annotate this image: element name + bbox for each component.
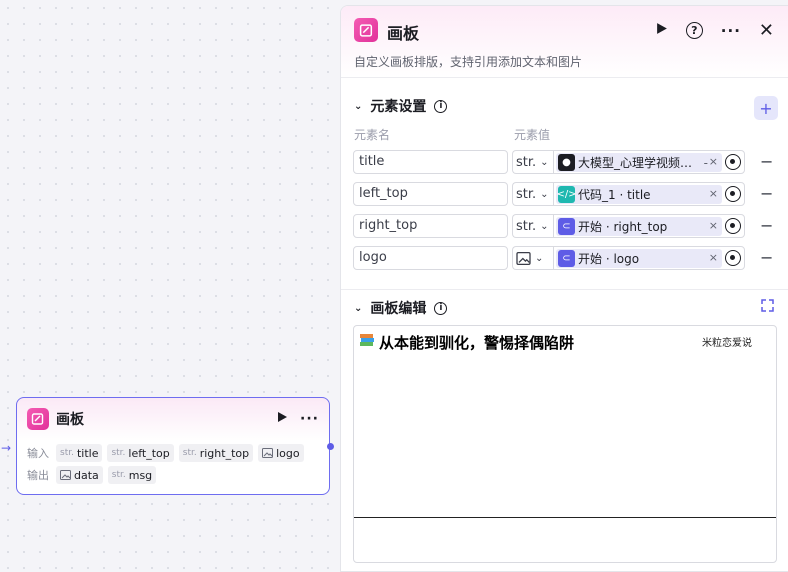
output-label: 输出 (27, 469, 49, 482)
reference-chip[interactable]: </> 代码_1 · title × (556, 185, 722, 204)
add-element-button[interactable]: + (754, 96, 778, 120)
chevron-down-icon[interactable]: ⌄ (354, 303, 362, 314)
canvas-node-icon (27, 408, 49, 430)
panel-description: 自定义画板排版，支持引用添加文本和图片 (354, 55, 583, 69)
canvas-section-title: 画板编辑 (370, 301, 427, 317)
variable-picker-icon[interactable] (725, 218, 741, 234)
run-icon[interactable] (277, 411, 288, 427)
element-name-input[interactable]: title (353, 150, 508, 174)
code-icon: </> (556, 186, 577, 203)
canvas-title-element[interactable]: 从本能到驯化，警惕择偶陷阱 (358, 331, 574, 353)
remove-row-button[interactable]: − (760, 182, 773, 206)
image-icon (262, 448, 274, 458)
canvas-divider-line (354, 517, 776, 518)
input-tag-title: str. title (56, 444, 103, 462)
node-output-port[interactable] (327, 443, 334, 450)
reference-chip[interactable]: ⊂ 开始 · right_top × (556, 217, 722, 236)
chevron-down-icon: ⌄ (540, 156, 549, 168)
node-header: 画板 ··· (27, 408, 319, 430)
remove-row-button[interactable]: − (760, 214, 773, 238)
start-icon: ⊂ (558, 218, 575, 235)
type-select[interactable]: str. ⌄ (512, 214, 554, 238)
node-actions: ··· (277, 411, 319, 427)
input-tag-logo: logo (258, 444, 304, 462)
more-icon[interactable]: ··· (300, 411, 319, 427)
canvas-settings-panel: 画板 自定义画板排版，支持引用添加文本和图片 ? ··· ✕ ⌄ 元素设置 i … (340, 5, 788, 572)
remove-ref-icon[interactable]: × (709, 187, 718, 200)
element-value-field[interactable]: ⊂ 开始 · right_top × (553, 214, 745, 238)
element-value-field[interactable]: ● 大模型_心理学视频… - × (553, 150, 745, 174)
info-icon[interactable]: i (434, 301, 448, 315)
col-element-name: 元素名 (354, 128, 391, 142)
output-tag-data: data (56, 466, 103, 484)
type-select[interactable]: str. ⌄ (512, 150, 554, 174)
chevron-down-icon: ⌄ (540, 220, 549, 232)
node-title: 画板 (56, 412, 84, 428)
element-value-field[interactable]: </> 代码_1 · title × (553, 182, 745, 206)
remove-ref-icon[interactable]: × (709, 219, 718, 232)
canvas-editor[interactable]: 从本能到驯化，警惕择偶陷阱 米粒恋爱说 (353, 325, 777, 563)
elements-section-header[interactable]: ⌄ 元素设置 i (354, 96, 448, 116)
canvas-section-header[interactable]: ⌄ 画板编辑 i (354, 298, 448, 318)
type-select[interactable]: str. ⌄ (512, 182, 554, 206)
panel-actions: ? ··· ✕ (656, 20, 774, 41)
more-icon[interactable]: ··· (721, 22, 741, 40)
input-label: 输入 (27, 447, 49, 460)
chevron-down-icon: ⌄ (535, 252, 544, 264)
chevron-down-icon[interactable]: ⌄ (354, 101, 362, 112)
info-icon[interactable]: i (434, 99, 448, 113)
panel-title: 画板 (387, 24, 420, 43)
expand-icon[interactable] (761, 299, 774, 316)
input-tag-right-top: str. right_top (178, 444, 254, 462)
panel-header: 画板 自定义画板排版，支持引用添加文本和图片 ? ··· ✕ (341, 6, 788, 78)
canvas-node-icon (354, 18, 378, 42)
variable-picker-icon[interactable] (725, 250, 741, 266)
element-name-input[interactable]: left_top (353, 182, 508, 206)
node-outputs-row: 输出 data str. msg (27, 466, 157, 484)
node-inputs-row: 输入 str. title str. left_top str. right_top … (27, 444, 304, 462)
element-value-field[interactable]: ⊂ 开始 · logo × (553, 246, 745, 270)
variable-picker-icon[interactable] (725, 186, 741, 202)
canvas-node-card[interactable]: 画板 ··· 输入 str. title str. left_top str. rig… (16, 397, 330, 495)
remove-row-button[interactable]: − (760, 150, 773, 174)
reference-chip[interactable]: ⊂ 开始 · logo × (556, 249, 722, 268)
col-element-value: 元素值 (514, 128, 551, 142)
type-select[interactable]: ⌄ (512, 246, 554, 270)
close-icon[interactable]: ✕ (759, 20, 774, 41)
element-name-input[interactable]: right_top (353, 214, 508, 238)
run-icon[interactable] (656, 22, 668, 39)
node-input-port[interactable]: → (1, 442, 11, 454)
canvas-logo-element[interactable]: 米粒恋爱说 (702, 334, 752, 349)
variable-picker-icon[interactable] (725, 154, 741, 170)
model-icon: ● (558, 154, 575, 171)
input-tag-left-top: str. left_top (107, 444, 174, 462)
remove-row-button[interactable]: − (760, 246, 773, 270)
section-divider (341, 289, 788, 290)
elements-section-title: 元素设置 (370, 99, 427, 115)
output-tag-msg: str. msg (107, 466, 157, 484)
start-icon: ⊂ (558, 250, 575, 267)
image-icon (60, 470, 71, 480)
books-icon (358, 331, 376, 353)
remove-ref-icon[interactable]: × (709, 251, 718, 264)
element-name-input[interactable]: logo (353, 246, 508, 270)
remove-ref-icon[interactable]: × (709, 155, 718, 168)
chevron-down-icon: ⌄ (540, 188, 549, 200)
help-icon[interactable]: ? (685, 22, 703, 39)
reference-chip[interactable]: ● 大模型_心理学视频… - × (556, 153, 722, 172)
image-icon (516, 251, 531, 265)
